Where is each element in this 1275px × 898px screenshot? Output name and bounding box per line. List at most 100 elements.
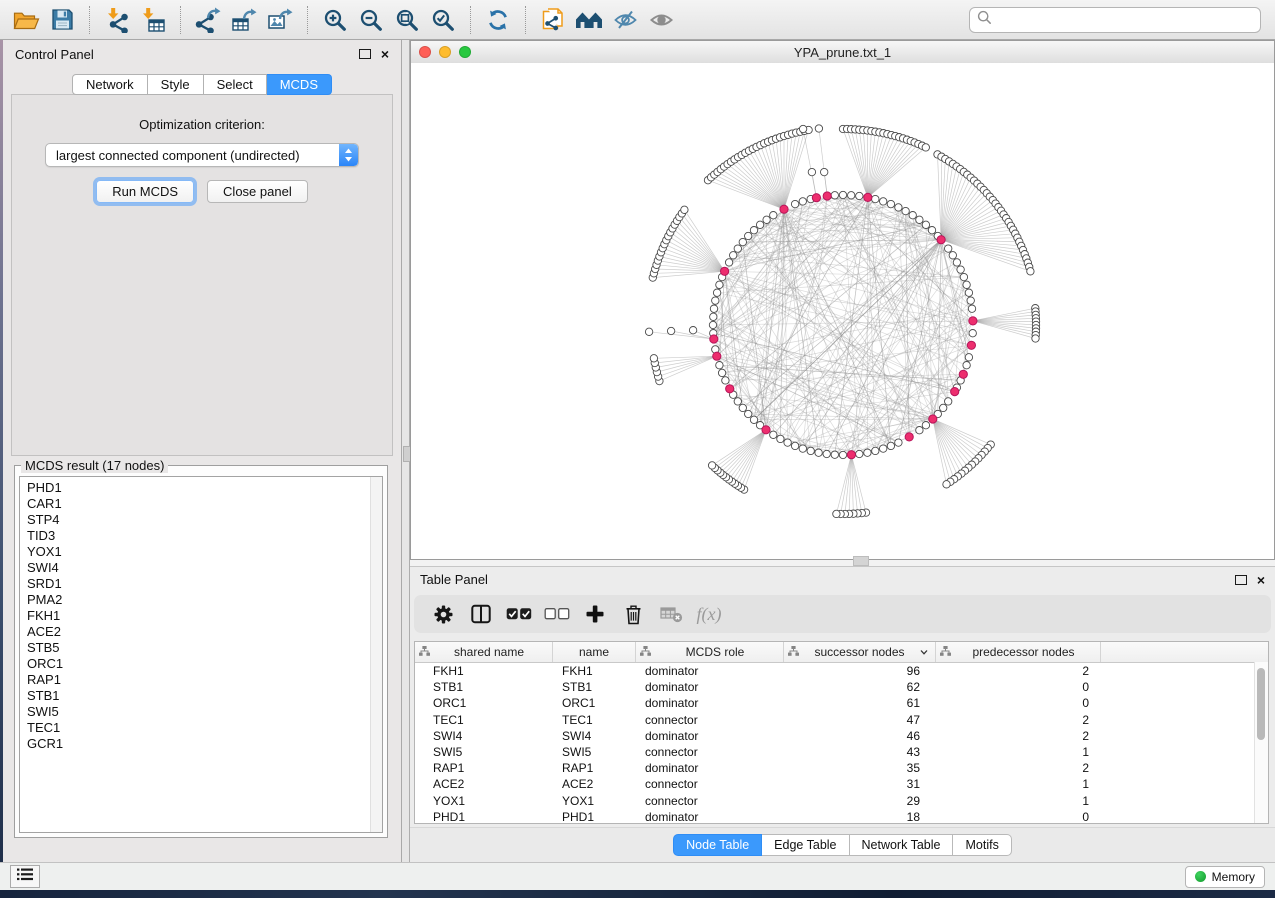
cell-shared-name: ORC1 xyxy=(415,696,553,710)
tab-edge-table[interactable]: Edge Table xyxy=(761,834,849,856)
table-row[interactable]: SWI4SWI4dominator462 xyxy=(415,728,1268,744)
search-input[interactable] xyxy=(997,11,1253,28)
delete-entry-icon[interactable] xyxy=(614,598,652,630)
cell-successor-nodes: 35 xyxy=(784,761,936,775)
mcds-result-list[interactable]: PHD1CAR1STP4TID3YOX1SWI4SRD1PMA2FKH1ACE2… xyxy=(19,476,383,833)
select-all-checkboxes-icon[interactable] xyxy=(500,598,538,630)
network-canvas[interactable] xyxy=(411,63,1274,559)
table-row[interactable]: ACE2ACE2connector311 xyxy=(415,776,1268,792)
mcds-result-item[interactable]: CAR1 xyxy=(27,496,382,512)
mcds-result-item[interactable]: ORC1 xyxy=(27,656,382,672)
table-row[interactable]: ORC1ORC1dominator610 xyxy=(415,695,1268,711)
status-bar: Memory xyxy=(0,862,1275,890)
tab-network[interactable]: Network xyxy=(72,74,148,95)
sitemap-icon xyxy=(419,645,430,659)
close-table-panel-icon[interactable]: × xyxy=(1257,575,1265,585)
mcds-result-item[interactable]: FKH1 xyxy=(27,608,382,624)
column-header-MCDS-role[interactable]: MCDS role xyxy=(636,642,784,662)
mcds-result-item[interactable]: STP4 xyxy=(27,512,382,528)
export-image-icon[interactable] xyxy=(262,4,298,36)
houses-icon[interactable] xyxy=(571,4,607,36)
mcds-result-item[interactable]: STB1 xyxy=(27,688,382,704)
table-scrollbar[interactable] xyxy=(1254,662,1268,823)
toolbar-separator xyxy=(180,6,181,34)
column-header-label: predecessor nodes xyxy=(951,645,1096,659)
mcds-result-item[interactable]: GCR1 xyxy=(27,736,382,752)
table-row[interactable]: YOX1YOX1connector291 xyxy=(415,793,1268,809)
horizontal-splitter-handle[interactable] xyxy=(853,556,869,566)
cell-MCDS-role: dominator xyxy=(636,761,784,775)
close-panel-button[interactable]: Close panel xyxy=(207,180,308,203)
eye-slash-icon[interactable] xyxy=(607,4,643,36)
mcds-result-item[interactable]: TID3 xyxy=(27,528,382,544)
zoom-fit-icon[interactable] xyxy=(389,4,425,36)
table-panel: Table Panel × f(x) shared namenameMCDS r… xyxy=(410,566,1275,862)
close-panel-icon[interactable]: × xyxy=(381,49,389,59)
table-row[interactable]: STB1STB1dominator620 xyxy=(415,679,1268,695)
mcds-result-item[interactable]: SRD1 xyxy=(27,576,382,592)
zoom-out-icon[interactable] xyxy=(353,4,389,36)
search-box[interactable] xyxy=(969,7,1261,33)
run-mcds-button[interactable]: Run MCDS xyxy=(96,180,194,203)
add-entry-icon[interactable] xyxy=(576,598,614,630)
column-header-name[interactable]: name xyxy=(553,642,636,662)
tab-motifs[interactable]: Motifs xyxy=(952,834,1011,856)
table-row[interactable]: FKH1FKH1dominator962 xyxy=(415,663,1268,679)
cell-name: FKH1 xyxy=(553,664,636,678)
tab-node-table[interactable]: Node Table xyxy=(673,834,762,856)
table-row[interactable]: PHD1PHD1dominator180 xyxy=(415,809,1268,824)
table-scrollbar-thumb[interactable] xyxy=(1257,668,1265,740)
tab-network-table[interactable]: Network Table xyxy=(849,834,954,856)
column-header-successor-nodes[interactable]: successor nodes xyxy=(784,642,936,662)
criterion-dropdown[interactable]: largest connected component (undirected) xyxy=(45,143,359,167)
open-file-icon[interactable] xyxy=(8,4,44,36)
cell-MCDS-role: dominator xyxy=(636,810,784,824)
column-header-predecessor-nodes[interactable]: predecessor nodes xyxy=(936,642,1101,662)
table-row[interactable]: TEC1TEC1connector472 xyxy=(415,712,1268,728)
import-network-icon[interactable] xyxy=(99,4,135,36)
mcds-result-item[interactable]: PHD1 xyxy=(27,480,382,496)
network-graph[interactable] xyxy=(411,63,1274,559)
column-header-shared-name[interactable]: shared name xyxy=(415,642,553,662)
mcds-result-item[interactable]: STB5 xyxy=(27,640,382,656)
export-network-icon[interactable] xyxy=(190,4,226,36)
table-row[interactable]: RAP1RAP1dominator352 xyxy=(415,760,1268,776)
mcds-result-item[interactable]: PMA2 xyxy=(27,592,382,608)
tab-style[interactable]: Style xyxy=(148,74,204,95)
save-session-icon[interactable] xyxy=(44,4,80,36)
mcds-result-item[interactable]: ACE2 xyxy=(27,624,382,640)
import-table-icon[interactable] xyxy=(135,4,171,36)
mcds-result-item[interactable]: SWI5 xyxy=(27,704,382,720)
mcds-result-item[interactable]: RAP1 xyxy=(27,672,382,688)
export-table-icon[interactable] xyxy=(226,4,262,36)
network-view-titlebar[interactable]: YPA_prune.txt_1 xyxy=(411,41,1274,64)
toolbar-separator xyxy=(307,6,308,34)
tab-select[interactable]: Select xyxy=(204,74,267,95)
cell-shared-name: RAP1 xyxy=(415,761,553,775)
network-document-icon[interactable] xyxy=(535,4,571,36)
deselect-all-checkboxes-icon[interactable] xyxy=(538,598,576,630)
task-history-button[interactable] xyxy=(10,865,40,888)
mcds-result-item[interactable]: SWI4 xyxy=(27,560,382,576)
sitemap-icon xyxy=(940,645,951,659)
float-table-panel-icon[interactable] xyxy=(1235,575,1247,585)
column-header-label: name xyxy=(557,645,631,659)
zoom-in-icon[interactable] xyxy=(317,4,353,36)
table-row[interactable]: SWI5SWI5connector431 xyxy=(415,744,1268,760)
float-window-icon[interactable] xyxy=(359,49,371,59)
column-header-filler xyxy=(1101,642,1268,662)
mcds-result-item[interactable]: YOX1 xyxy=(27,544,382,560)
memory-button[interactable]: Memory xyxy=(1185,866,1265,888)
vertical-splitter[interactable] xyxy=(402,40,410,862)
tab-mcds[interactable]: MCDS xyxy=(267,74,332,95)
table-header-row: shared name name MCDS rolesuccessor nodes p… xyxy=(415,642,1268,663)
toolbar-separator xyxy=(89,6,90,34)
cell-predecessor-nodes: 0 xyxy=(936,810,1101,824)
cell-predecessor-nodes: 2 xyxy=(936,664,1101,678)
zoom-selected-icon[interactable] xyxy=(425,4,461,36)
split-columns-icon[interactable] xyxy=(462,598,500,630)
mcds-result-item[interactable]: TEC1 xyxy=(27,720,382,736)
settings-gear-icon[interactable] xyxy=(424,598,462,630)
refresh-icon[interactable] xyxy=(480,4,516,36)
mcds-list-scrollbar[interactable] xyxy=(370,477,382,832)
